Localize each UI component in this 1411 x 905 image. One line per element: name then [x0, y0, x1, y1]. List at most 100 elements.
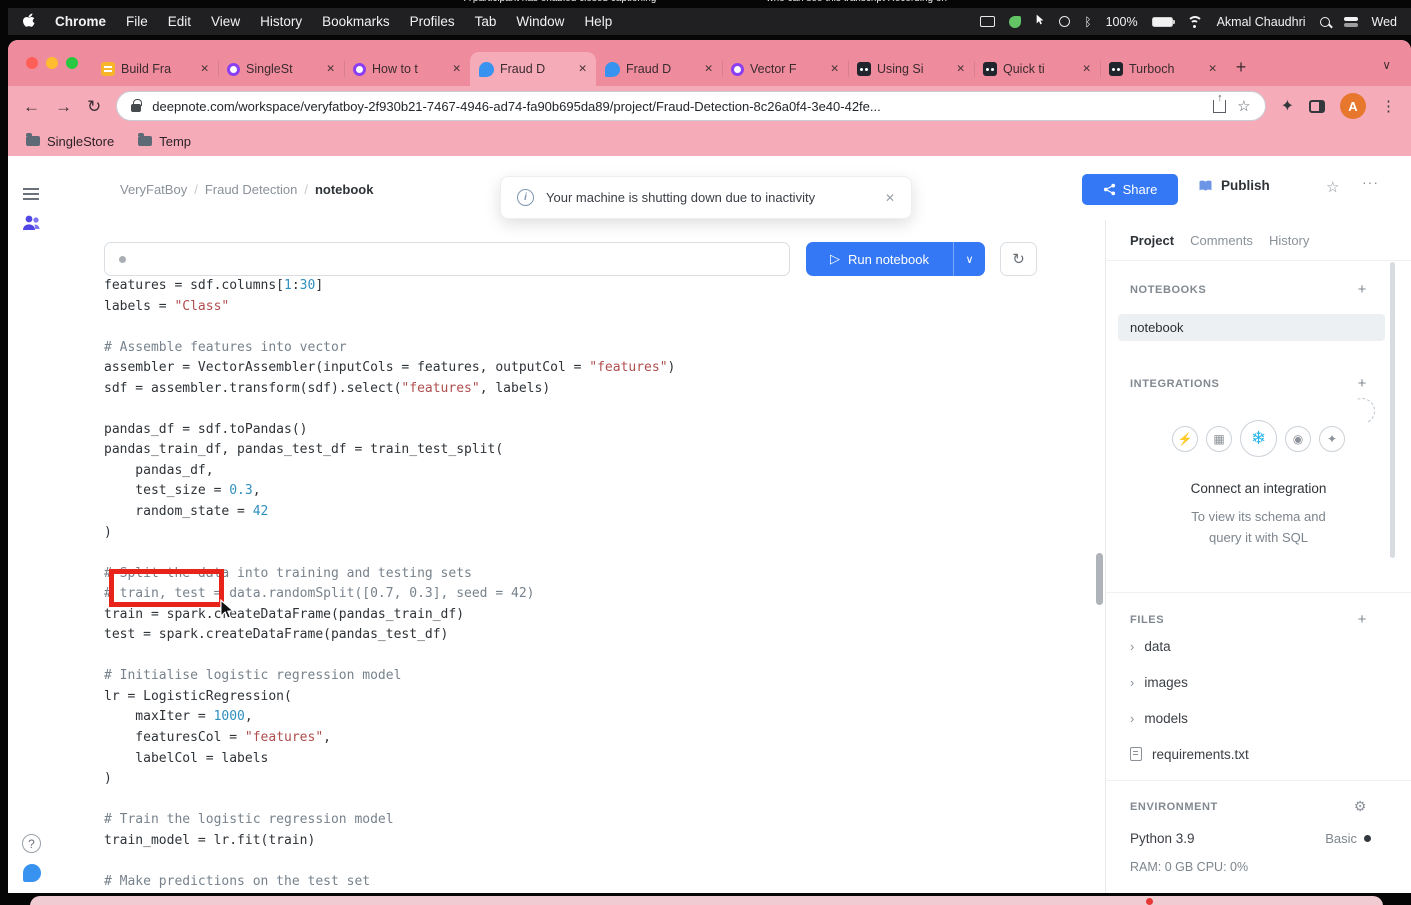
code-editor[interactable]: features = sdf.columns[1:30]labels = "Cl… [104, 276, 1101, 893]
breadcrumb-notebook[interactable]: notebook [315, 182, 374, 197]
menubar-item-bookmarks[interactable]: Bookmarks [322, 14, 390, 29]
tab-close-icon[interactable]: ✕ [326, 63, 335, 75]
breadcrumb-project[interactable]: Fraud Detection [205, 182, 298, 197]
menubar-item-view[interactable]: View [211, 14, 240, 29]
sidebar-toggle-icon[interactable] [23, 188, 39, 200]
bookmark-folder-singlestore[interactable]: SingleStore [26, 134, 114, 149]
code-line: lr = LogisticRegression( [104, 687, 1101, 708]
browser-tab[interactable]: SingleSt✕ [218, 52, 344, 86]
tab-close-icon[interactable]: ✕ [830, 63, 839, 75]
apple-logo-icon[interactable] [22, 13, 35, 31]
folder-row-data[interactable]: ›data [1106, 628, 1411, 664]
tab-comments[interactable]: Comments [1190, 233, 1253, 248]
code-line: test = spark.createDataFrame(pandas_test… [104, 625, 1101, 646]
bluetooth-icon[interactable]: ᛒ [1084, 15, 1091, 29]
publish-button[interactable]: Publish [1198, 178, 1270, 193]
breadcrumb-workspace[interactable]: VeryFatBoy [120, 182, 187, 197]
profile-avatar[interactable]: A [1340, 93, 1366, 119]
bookmark-folder-temp[interactable]: Temp [138, 134, 191, 149]
tab-close-icon[interactable]: ✕ [200, 63, 209, 75]
url-text[interactable]: deepnote.com/workspace/veryfatboy-2f930b… [152, 99, 1202, 114]
url-bar[interactable]: deepnote.com/workspace/veryfatboy-2f930b… [116, 91, 1265, 121]
favorite-star-icon[interactable]: ☆ [1326, 178, 1339, 196]
extensions-icon[interactable]: ✦ [1281, 96, 1294, 116]
cell-status-dot [119, 256, 126, 263]
menubar-item-tab[interactable]: Tab [475, 14, 497, 29]
minimize-window-button[interactable] [46, 57, 58, 69]
new-tab-button[interactable]: + [1226, 52, 1256, 82]
code-line: features = sdf.columns[1:30] [104, 276, 1101, 297]
folder-row-images[interactable]: ›images [1106, 664, 1411, 700]
folder-row-models[interactable]: ›models [1106, 700, 1411, 736]
help-button[interactable]: ? [22, 834, 41, 853]
share-page-icon[interactable] [1213, 100, 1226, 113]
run-notebook-button[interactable]: ▷ Run notebook ∨ [806, 242, 985, 276]
forward-button[interactable]: → [55, 98, 72, 115]
back-button[interactable]: ← [23, 98, 40, 115]
wifi-icon[interactable] [1187, 16, 1203, 28]
browser-tab[interactable]: Vector F✕ [722, 52, 848, 86]
tab-close-icon[interactable]: ✕ [578, 63, 587, 75]
restart-machine-button[interactable]: ↻ [1000, 242, 1037, 276]
browser-tab[interactable]: Turboch✕ [1100, 52, 1226, 86]
menubar-item-file[interactable]: File [126, 14, 148, 29]
browser-tab[interactable]: How to t✕ [344, 52, 470, 86]
browser-tab-active[interactable]: Fraud D✕ [470, 52, 596, 86]
menubar-item-help[interactable]: Help [584, 14, 612, 29]
browser-tab[interactable]: Using Si✕ [848, 52, 974, 86]
run-notebook-main[interactable]: ▷ Run notebook [806, 242, 953, 276]
menubar-item-chrome[interactable]: Chrome [55, 14, 106, 29]
menubar-item-window[interactable]: Window [516, 14, 564, 29]
run-options-chevron[interactable]: ∨ [953, 242, 985, 276]
tab-project[interactable]: Project [1130, 233, 1174, 248]
tab-close-icon[interactable]: ✕ [956, 63, 965, 75]
menubar-item-history[interactable]: History [260, 14, 302, 29]
bookmark-star-icon[interactable]: ☆ [1237, 97, 1250, 115]
connect-integration-link[interactable]: Connect an integration [1106, 481, 1411, 496]
recording-icon[interactable] [1059, 16, 1070, 27]
status-app-icon[interactable] [1009, 16, 1021, 28]
tab-close-icon[interactable]: ✕ [1082, 63, 1091, 75]
tab-history[interactable]: History [1269, 233, 1309, 248]
notebook-scrollbar[interactable] [1096, 553, 1103, 605]
project-more-icon[interactable]: ··· [1362, 174, 1379, 190]
file-row-requirements[interactable]: requirements.txt [1106, 736, 1411, 772]
python-version[interactable]: Python 3.9 [1130, 831, 1195, 846]
browser-tab[interactable]: Build Fra✕ [92, 52, 218, 86]
lock-icon[interactable] [131, 104, 141, 112]
tab-search-chevron-icon[interactable]: ∨ [1382, 58, 1405, 72]
connect-integration-subtext: To view its schema and query it with SQL [1106, 506, 1411, 548]
run-notebook-label: Run notebook [848, 252, 929, 267]
tab-close-icon[interactable]: ✕ [704, 63, 713, 75]
close-window-button[interactable] [26, 57, 38, 69]
spotlight-search-icon[interactable] [1320, 17, 1330, 27]
sidebar-scrollbar[interactable] [1390, 262, 1395, 558]
share-button[interactable]: Share [1082, 174, 1178, 205]
deepnote-logo-icon[interactable] [23, 864, 41, 882]
tab-close-icon[interactable]: ✕ [452, 63, 461, 75]
browser-tab[interactable]: Fraud D✕ [596, 52, 722, 86]
browser-menu-icon[interactable]: ⋮ [1381, 97, 1396, 115]
battery-icon[interactable] [1152, 17, 1173, 27]
control-center-icon[interactable] [1344, 17, 1358, 27]
reload-button[interactable]: ↻ [87, 98, 101, 115]
meeting-controls-bar[interactable] [30, 896, 1383, 905]
browser-tab[interactable]: Quick ti✕ [974, 52, 1100, 86]
workspace-icon[interactable] [21, 214, 43, 237]
zoom-window-button[interactable] [66, 57, 78, 69]
menubar-item-edit[interactable]: Edit [168, 14, 191, 29]
menubar-username[interactable]: Akmal Chaudhri [1217, 15, 1306, 29]
tab-close-icon[interactable]: ✕ [1208, 63, 1217, 75]
environment-gear-icon[interactable]: ⚙ [1354, 798, 1367, 815]
toast-close-icon[interactable]: ✕ [885, 191, 895, 205]
menubar-clock[interactable]: Wed [1372, 15, 1397, 29]
screen-share-icon[interactable] [980, 16, 995, 27]
notebook-title-input[interactable] [104, 242, 790, 276]
add-integration-button[interactable]: + [1358, 375, 1367, 392]
add-notebook-button[interactable]: + [1358, 281, 1367, 298]
side-panel-icon[interactable] [1309, 100, 1325, 113]
add-file-button[interactable]: + [1358, 611, 1367, 628]
menubar-item-profiles[interactable]: Profiles [410, 14, 455, 29]
macos-menubar: Chrome File Edit View History Bookmarks … [8, 8, 1411, 35]
sidebar-item-notebook[interactable]: notebook [1118, 314, 1385, 341]
